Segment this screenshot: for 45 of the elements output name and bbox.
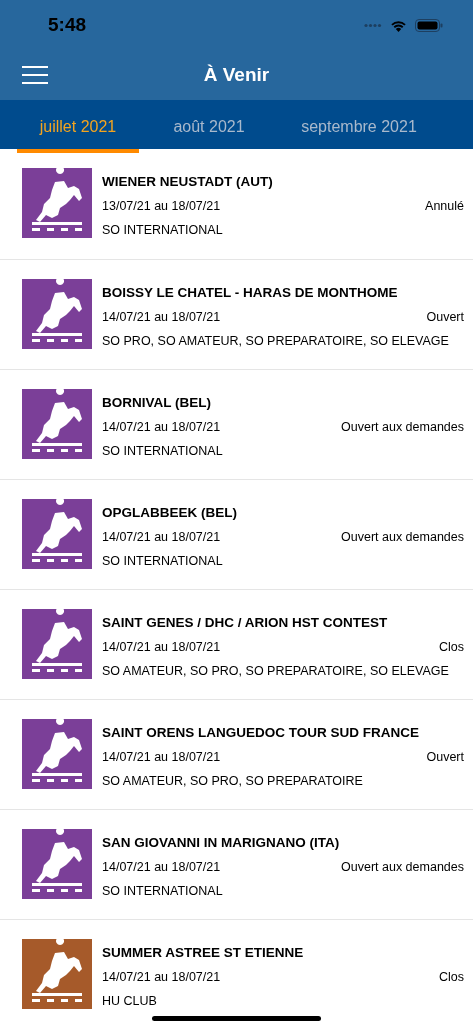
event-name: WIENER NEUSTADT (AUT) — [102, 174, 274, 190]
page-title: À Venir — [203, 62, 270, 87]
event-name: SUMMER ASTREE ST ETIENNE — [102, 945, 305, 961]
status-time: 5:48 — [48, 12, 87, 37]
event-category: SO INTERNATIONAL — [102, 222, 223, 238]
menu-button[interactable] — [22, 66, 48, 84]
signal-icon — [364, 22, 382, 28]
event-dates: 14/07/21 au 18/07/21 — [102, 419, 221, 436]
event-name: SAN GIOVANNI IN MARIGNANO (ITA) — [102, 835, 341, 851]
battery-icon — [415, 18, 443, 32]
event-status: Ouvert — [426, 309, 464, 326]
event-status: Annulé — [425, 198, 464, 215]
event-category: HU CLUB — [102, 993, 157, 1009]
event-name: SAINT ORENS LANGUEDOC TOUR SUD FRANCE — [102, 725, 420, 741]
event-category: SO INTERNATIONAL — [102, 443, 223, 459]
event-status: Ouvert aux demandes — [341, 419, 464, 436]
event-name: SAINT GENES / DHC / ARION HST CONTEST — [102, 615, 389, 631]
month-tab[interactable]: juillet 2021 — [17, 104, 139, 153]
event-name: BOISSY LE CHATEL - HARAS DE MONTHOME — [102, 285, 399, 301]
event-dates: 14/07/21 au 18/07/21 — [102, 859, 221, 876]
event-category: SO INTERNATIONAL — [102, 553, 223, 569]
event-row[interactable]: BORNIVAL (BEL) 14/07/21 au 18/07/21 Ouvert aux demandes SO INTERNATIONAL — [0, 369, 473, 479]
event-dates: 14/07/21 au 18/07/21 — [102, 969, 221, 986]
event-category: SO PRO, SO AMATEUR, SO PREPARATOIRE, SO ELEVAGE — [102, 333, 449, 349]
event-category: SO AMATEUR, SO PRO, SO PREPARATOIRE, SO ELEVAGE — [102, 663, 449, 679]
event-status: Ouvert — [426, 749, 464, 766]
event-status: Clos — [439, 639, 464, 656]
event-status: Clos — [439, 969, 464, 986]
event-row[interactable]: SAINT GENES / DHC / ARION HST CONTEST 14/07/21 au 18/07/21 Clos SO AMATEUR, SO PRO, SO PREPARATOIRE, SO ELEVAGE — [0, 589, 473, 699]
event-status: Ouvert aux demandes — [341, 529, 464, 546]
event-row[interactable]: BOISSY LE CHATEL - HARAS DE MONTHOME 14/07/21 au 18/07/21 Ouvert SO PRO, SO AMATEUR, SO PREPARATOIRE, SO ELEVAGE — [0, 259, 473, 369]
event-row[interactable]: SAN GIOVANNI IN MARIGNANO (ITA) 14/07/21 au 18/07/21 Ouvert aux demandes SO INTERNATIONAL — [0, 809, 473, 919]
event-dates: 14/07/21 au 18/07/21 — [102, 309, 221, 326]
event-status: Ouvert aux demandes — [341, 859, 464, 876]
event-name: BORNIVAL (BEL) — [102, 395, 212, 411]
event-dates: 14/07/21 au 18/07/21 — [102, 529, 221, 546]
event-row[interactable]: OPGLABBEEK (BEL) 14/07/21 au 18/07/21 Ouvert aux demandes SO INTERNATIONAL — [0, 479, 473, 589]
event-category: SO INTERNATIONAL — [102, 883, 223, 899]
event-dates: 14/07/21 au 18/07/21 — [102, 749, 221, 766]
event-dates: 14/07/21 au 18/07/21 — [102, 639, 221, 656]
wifi-icon — [390, 18, 407, 32]
event-row[interactable]: SAINT ORENS LANGUEDOC TOUR SUD FRANCE 14/07/21 au 18/07/21 Ouvert SO AMATEUR, SO PRO, SO PREPARATOIRE — [0, 699, 473, 809]
event-category: SO AMATEUR, SO PRO, SO PREPARATOIRE — [102, 773, 363, 789]
event-dates: 13/07/21 au 18/07/21 — [102, 198, 221, 215]
event-name: OPGLABBEEK (BEL) — [102, 505, 238, 521]
